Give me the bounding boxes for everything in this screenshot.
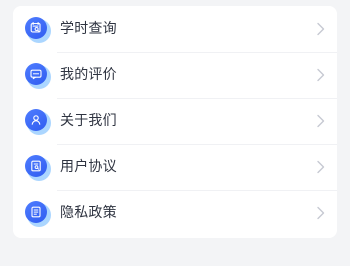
menu-item-label: 用户协议 [60,159,117,175]
chevron-right-icon [316,114,326,128]
menu-item-about-us[interactable]: 关于我们 [13,98,337,144]
chevron-right-icon [316,160,326,174]
menu-item-study-hours[interactable]: 学时查询 [13,6,337,52]
menu-item-label: 隐私政策 [60,205,117,221]
calendar-search-icon [25,17,47,39]
settings-menu-card: 学时查询 我的评价 关于我们 用户协议 隐私政策 [13,6,337,238]
about-us-icon-wrap [25,109,51,135]
menu-item-label: 我的评价 [60,67,117,83]
policy-icon [25,201,47,223]
chevron-right-icon [316,206,326,220]
menu-item-label: 学时查询 [60,21,117,37]
message-icon [25,63,47,85]
study-hours-icon-wrap [25,17,51,43]
menu-item-privacy-policy[interactable]: 隐私政策 [13,190,337,236]
privacy-policy-icon-wrap [25,201,51,227]
chevron-right-icon [316,22,326,36]
menu-item-my-reviews[interactable]: 我的评价 [13,52,337,98]
my-reviews-icon-wrap [25,63,51,89]
user-agreement-icon-wrap [25,155,51,181]
user-icon [25,109,47,131]
menu-item-user-agreement[interactable]: 用户协议 [13,144,337,190]
menu-item-label: 关于我们 [60,113,117,129]
document-icon [25,155,47,177]
chevron-right-icon [316,68,326,82]
